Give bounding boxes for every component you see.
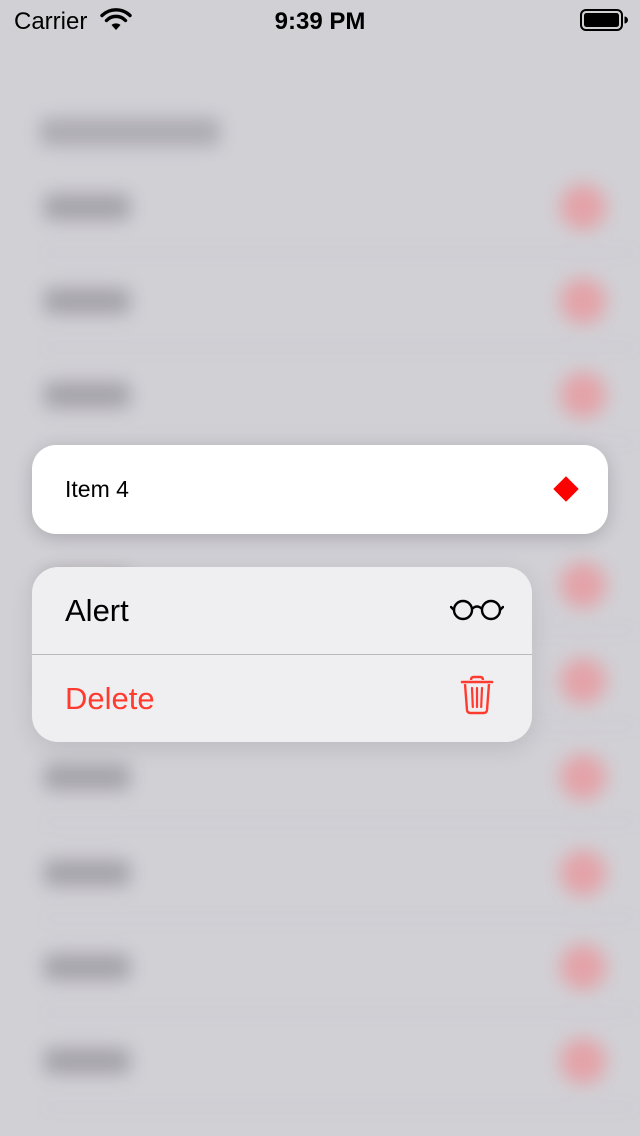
status-bar: Carrier 9:39 PM [0, 0, 640, 40]
blurred-list-row [0, 350, 640, 442]
blurred-list-row [0, 732, 640, 824]
blurred-list-row [0, 162, 640, 254]
trash-icon [460, 675, 494, 720]
status-time: 9:39 PM [274, 8, 366, 35]
glasses-icon [449, 593, 505, 630]
menu-item-label: Delete [65, 681, 155, 716]
screen: Carrier 9:39 PM Item 4 Alert Delete [0, 0, 640, 1136]
menu-item-alert[interactable]: Alert [32, 567, 532, 654]
menu-item-label: Alert [65, 593, 129, 628]
blurred-list-row [0, 828, 640, 920]
blurred-list-row [0, 256, 640, 348]
context-menu: Alert Delete [32, 567, 532, 742]
blurred-section-header [40, 118, 220, 146]
battery-full-icon [580, 9, 628, 36]
red-diamond-icon [553, 476, 579, 502]
preview-item-label: Item 4 [65, 476, 129, 502]
blurred-list-row [0, 922, 640, 1014]
menu-item-delete[interactable]: Delete [32, 655, 532, 742]
context-preview-cell[interactable]: Item 4 [32, 445, 608, 534]
blurred-list-row [0, 1016, 640, 1108]
